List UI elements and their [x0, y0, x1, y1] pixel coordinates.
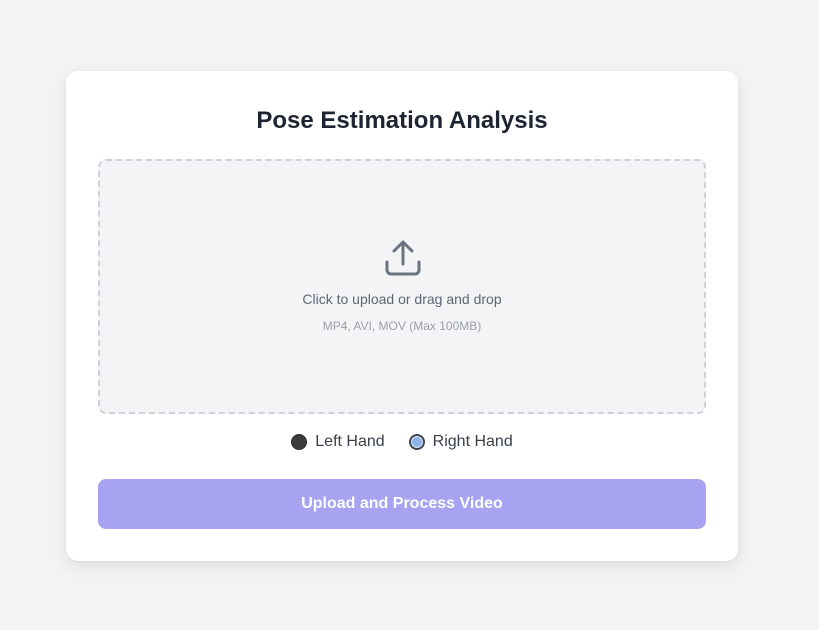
upload-icon	[385, 240, 421, 276]
file-dropzone[interactable]: Click to upload or drag and drop MP4, AV…	[98, 159, 706, 414]
radio-left-hand[interactable]: Left Hand	[291, 433, 385, 451]
radio-right-hand[interactable]: Right Hand	[408, 433, 513, 451]
radio-button-left[interactable]	[291, 434, 308, 450]
upload-format-hint: MP4, AVI, MOV (Max 100MB)	[322, 319, 482, 333]
upload-process-button[interactable]: Upload and Process Video	[98, 479, 706, 529]
upload-prompt: Click to upload or drag and drop	[302, 291, 502, 307]
hand-selection: Left Hand Right Hand	[66, 433, 738, 451]
radio-button-right[interactable]	[408, 434, 425, 450]
upload-card: Pose Estimation Analysis Click to upload…	[66, 71, 738, 561]
page-title: Pose Estimation Analysis	[256, 107, 548, 134]
radio-label-right: Right Hand	[432, 433, 513, 450]
radio-label-left: Left Hand	[315, 433, 385, 450]
